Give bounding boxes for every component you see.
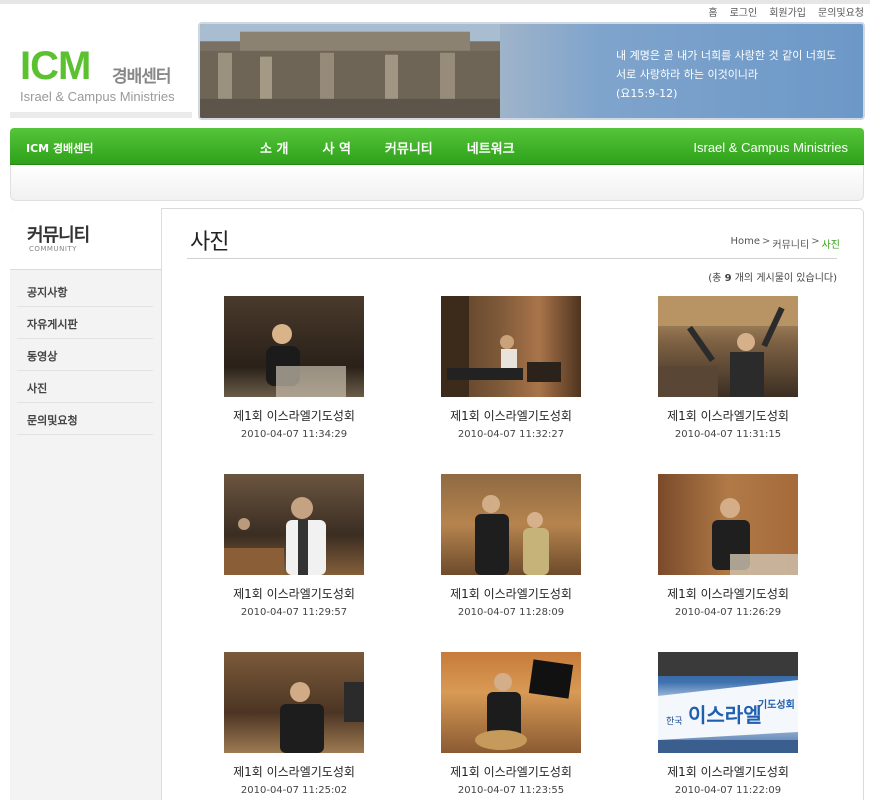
photo-date: 2010-04-07 11:22:09 [674,785,782,796]
site-logo[interactable]: ICM 경배센터 Israel & Campus Ministries [10,22,192,119]
main-nav: ICM 경배센터 소 개 사 역 커뮤니티 네트워크 Israel & Camp… [10,128,864,165]
breadcrumb-community[interactable]: 커뮤니티 [772,236,809,251]
bible-verse: 내 계명은 곧 내가 너희를 사랑한 것 같이 너희도 서로 사랑하라 하는 이… [616,46,856,103]
photo-date: 2010-04-07 11:29:57 [240,607,348,618]
photo-card[interactable]: 제1회 이스라엘기도성회 2010-04-07 11:29:57 [186,474,402,634]
page-title: 사진 [190,230,229,255]
photo-thumbnail[interactable] [658,296,798,397]
photo-thumbnail[interactable]: 한국 이스라엘 기도성회 [658,652,798,753]
photo-thumbnail[interactable] [224,296,364,397]
logo-icm-text: ICM [20,44,91,88]
photo-thumbnail[interactable] [441,474,581,575]
verse-line-1: 내 계명은 곧 내가 너희를 사랑한 것 같이 너희도 [616,49,837,62]
nav-menu: 소 개 사 역 커뮤니티 네트워크 [260,138,549,157]
photo-card[interactable]: 제1회 이스라엘기도성회 2010-04-07 11:28:09 [403,474,619,634]
photo-date: 2010-04-07 11:31:15 [674,429,782,440]
photo-caption[interactable]: 제1회 이스라엘기도성회 [186,585,402,602]
photo-date: 2010-04-07 11:26:29 [674,607,782,618]
sidebar: 커뮤니티 COMMUNITY 공지사항 자유게시판 동영상 사진 문의및요청 [10,208,162,800]
thumb-banner-big-text: 이스라엘 [688,703,762,727]
sub-nav-bar [10,165,864,201]
photo-thumbnail[interactable] [658,474,798,575]
photo-card[interactable]: 제1회 이스라엘기도성회 2010-04-07 11:25:02 [186,652,402,800]
photo-thumbnail[interactable] [224,652,364,753]
post-count-number: 9 [724,273,732,284]
photo-caption[interactable]: 제1회 이스라엘기도성회 [620,763,836,780]
photo-thumbnail[interactable] [224,474,364,575]
photo-date: 2010-04-07 11:32:27 [457,429,565,440]
photo-card[interactable]: 제1회 이스라엘기도성회 2010-04-07 11:26:29 [620,474,836,634]
sidebar-header: 커뮤니티 COMMUNITY [10,208,161,270]
photo-card[interactable]: 제1회 이스라엘기도성회 2010-04-07 11:34:29 [186,296,402,456]
logo-underline [10,112,192,118]
nav-site-name[interactable]: ICM 경배센터 [26,140,93,156]
ruins-image [200,24,500,118]
sidebar-menu: 공지사항 자유게시판 동영상 사진 문의및요청 [17,275,153,435]
thumb-banner-tail-text: 기도성회 [758,698,795,711]
breadcrumb: Home > 커뮤니티 > 사진 [730,236,840,251]
photo-card[interactable]: 한국 이스라엘 기도성회 제1회 이스라엘기도성회 2010-04-07 11:… [620,652,836,800]
login-link[interactable]: 로그인 [730,4,758,19]
signup-link[interactable]: 회원가입 [769,4,806,19]
photo-card[interactable]: 제1회 이스라엘기도성회 2010-04-07 11:31:15 [620,296,836,456]
title-divider [187,258,837,259]
sidebar-item-free-board[interactable]: 자유게시판 [17,307,153,339]
photo-caption[interactable]: 제1회 이스라엘기도성회 [186,763,402,780]
photo-caption[interactable]: 제1회 이스라엘기도성회 [403,763,619,780]
breadcrumb-current: 사진 [821,240,840,251]
post-count: (총 9 개의 게시물이 있습니다) [708,269,837,284]
sidebar-item-notice[interactable]: 공지사항 [17,275,153,307]
breadcrumb-separator-icon: > [762,236,771,247]
photo-caption[interactable]: 제1회 이스라엘기도성회 [403,407,619,424]
photo-date: 2010-04-07 11:34:29 [240,429,348,440]
breadcrumb-home[interactable]: Home [730,236,760,251]
logo-korean-text: 경배센터 [112,67,172,87]
nav-item-network[interactable]: 네트워크 [467,138,515,157]
sidebar-subtitle: COMMUNITY [29,245,77,253]
contact-link[interactable]: 문의및요청 [818,4,864,19]
photo-card[interactable]: 제1회 이스라엘기도성회 2010-04-07 11:32:27 [403,296,619,456]
logo-english-text: Israel & Campus Ministries [20,89,175,104]
top-links: 홈 로그인 회원가입 문의및요청 [708,4,864,19]
photo-date: 2010-04-07 11:28:09 [457,607,565,618]
post-count-prefix: (총 [708,273,722,284]
photo-caption[interactable]: 제1회 이스라엘기도성회 [620,585,836,602]
photo-card[interactable]: 제1회 이스라엘기도성회 2010-04-07 11:23:55 [403,652,619,800]
thumb-banner-small-text: 한국 [666,716,683,727]
nav-item-about[interactable]: 소 개 [260,138,288,157]
photo-date: 2010-04-07 11:25:02 [240,785,348,796]
nav-org-name: Israel & Campus Ministries [693,140,848,155]
nav-item-ministry[interactable]: 사 역 [322,138,350,157]
photo-thumbnail[interactable] [441,652,581,753]
breadcrumb-separator-icon: > [811,236,820,247]
photo-caption[interactable]: 제1회 이스라엘기도성회 [620,407,836,424]
photo-caption[interactable]: 제1회 이스라엘기도성회 [186,407,402,424]
post-count-suffix: 개의 게시물이 있습니다) [734,273,837,284]
verse-reference: (요15:9-12) [616,87,678,100]
photo-thumbnail[interactable] [441,296,581,397]
nav-item-community[interactable]: 커뮤니티 [385,138,433,157]
photo-caption[interactable]: 제1회 이스라엘기도성회 [403,585,619,602]
sidebar-item-video[interactable]: 동영상 [17,339,153,371]
sidebar-item-photo[interactable]: 사진 [17,371,153,403]
photo-date: 2010-04-07 11:23:55 [457,785,565,796]
sidebar-title: 커뮤니티 [27,225,90,246]
sidebar-item-inquiry[interactable]: 문의및요청 [17,403,153,435]
verse-line-2: 서로 사랑하라 하는 이것이니라 [616,68,759,81]
home-link[interactable]: 홈 [708,4,717,19]
header-banner: 내 계명은 곧 내가 너희를 사랑한 것 같이 너희도 서로 사랑하라 하는 이… [198,22,865,120]
